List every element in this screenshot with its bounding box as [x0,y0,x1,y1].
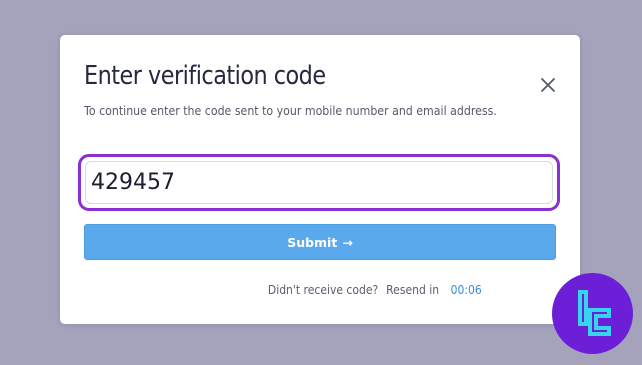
resend-row: Didn't receive code? Resend in 00:06 [60,282,580,298]
verification-code-input[interactable] [85,161,553,204]
submit-button[interactable]: Submit → [84,224,556,260]
resend-link[interactable]: Resend in [386,283,439,297]
modal-subtitle: To continue enter the code sent to your … [84,103,497,118]
resend-timer: 00:06 [450,283,482,297]
brand-logo-icon [577,289,611,336]
submit-label: Submit [287,234,338,250]
verification-modal: Enter verification code To continue ente… [60,35,580,324]
brand-badge [552,273,633,354]
modal-title: Enter verification code [84,61,326,91]
close-icon [541,78,555,92]
close-button[interactable] [538,75,558,95]
code-field-wrapper [78,154,560,211]
arrow-right-icon: → [342,234,353,250]
page: Enter verification code To continue ente… [0,0,642,365]
resend-prompt: Didn't receive code? [268,283,379,297]
